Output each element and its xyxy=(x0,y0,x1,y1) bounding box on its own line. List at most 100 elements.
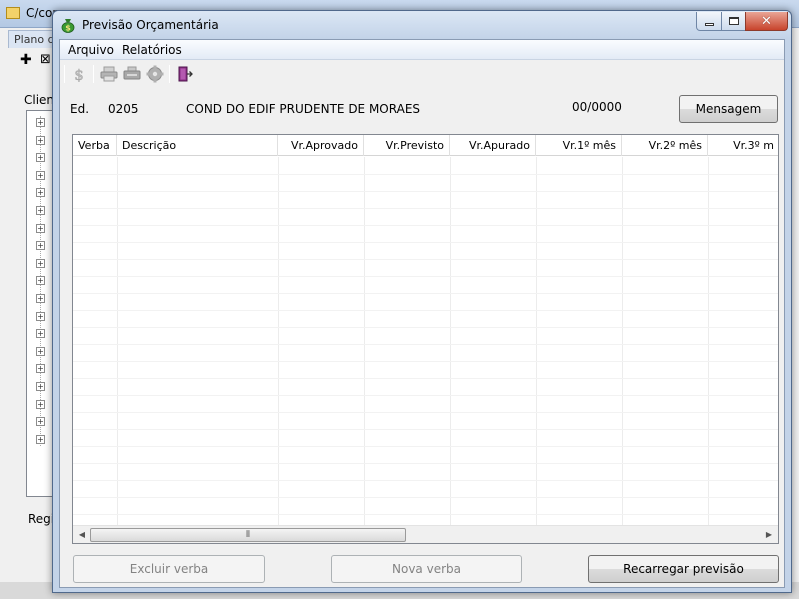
toolbar: $ xyxy=(60,61,784,87)
column-header-vr-3-mes[interactable]: Vr.3º m xyxy=(708,135,778,156)
grid-row-line xyxy=(73,361,778,362)
grid-row-line xyxy=(73,395,778,396)
tree-expand-icon[interactable]: + xyxy=(36,434,45,444)
toolbar-separator xyxy=(169,65,170,83)
column-header-vr-aprovado[interactable]: Vr.Aprovado xyxy=(278,135,364,156)
close-box-icon[interactable]: ⊠ xyxy=(40,52,51,67)
grid-row-line xyxy=(73,225,778,226)
tree-expand-icon[interactable]: + xyxy=(36,329,45,339)
tree-expand-icon[interactable]: + xyxy=(36,241,45,251)
tree-expand-icon[interactable]: + xyxy=(36,206,45,215)
message-button[interactable]: Mensagem xyxy=(679,95,778,123)
svg-text:$: $ xyxy=(74,66,84,82)
grid-row-line xyxy=(73,327,778,328)
budget-forecast-dialog: $ Previsão Orçamentária ✕ Arquivo Relató… xyxy=(52,10,792,593)
tree-expand-icon[interactable]: + xyxy=(36,118,45,127)
background-toolbar: ✚ ⊠ xyxy=(8,50,58,72)
tree-expand-icon[interactable]: + xyxy=(36,223,45,233)
grid-column-line xyxy=(708,157,709,527)
delete-item-button[interactable]: Excluir verba xyxy=(73,555,265,583)
background-bottom-label: Regi xyxy=(28,512,55,526)
close-icon: ✕ xyxy=(761,13,772,29)
building-info-row: Ed. 0205 COND DO EDIF PRUDENTE DE MORAES… xyxy=(60,92,784,123)
new-item-button[interactable]: Nova verba xyxy=(331,555,522,583)
grid-row-line xyxy=(73,497,778,498)
toolbar-separator xyxy=(64,65,65,83)
tree-expand-icon[interactable]: + xyxy=(36,153,45,163)
title-bar[interactable]: $ Previsão Orçamentária ✕ xyxy=(53,11,791,39)
building-code: 0205 xyxy=(108,102,139,116)
background-tab-label: Plano d xyxy=(14,33,55,46)
grid-column-line xyxy=(622,157,623,527)
tree-expand-icon[interactable]: + xyxy=(36,311,45,321)
tree-expand-icon[interactable]: + xyxy=(36,258,45,268)
tree-expand-icon[interactable]: + xyxy=(36,276,45,286)
menu-relatorios[interactable]: Relatórios xyxy=(122,43,182,57)
grid-row-line xyxy=(73,276,778,277)
svg-text:$: $ xyxy=(65,24,71,33)
grid-column-line xyxy=(117,157,118,527)
tree-expand-icon[interactable]: + xyxy=(36,346,45,356)
column-header-vr-1-mes[interactable]: Vr.1º mês xyxy=(536,135,622,156)
scroll-thumb[interactable]: ⦀ xyxy=(90,528,406,542)
plus-icon[interactable]: ✚ xyxy=(20,52,32,68)
grid-row-line xyxy=(73,429,778,430)
grid-row-line xyxy=(73,344,778,345)
budget-grid[interactable]: Verba Descrição Vr.Aprovado Vr.Previsto … xyxy=(72,134,779,544)
menu-arquivo[interactable]: Arquivo xyxy=(68,43,114,57)
money-bag-icon: $ xyxy=(61,19,75,33)
grid-row-line xyxy=(73,242,778,243)
grid-row-line xyxy=(73,514,778,515)
grid-header: Verba Descrição Vr.Aprovado Vr.Previsto … xyxy=(73,135,778,156)
menu-bar: Arquivo Relatórios xyxy=(60,40,784,60)
grid-row-line xyxy=(73,310,778,311)
exit-door-icon[interactable] xyxy=(176,65,194,83)
column-header-vr-previsto[interactable]: Vr.Previsto xyxy=(364,135,450,156)
minimize-icon xyxy=(704,23,714,26)
tree-expand-icon[interactable]: + xyxy=(36,364,45,374)
printer-icon[interactable] xyxy=(100,65,118,83)
grid-row-line xyxy=(73,293,778,294)
scroll-right-icon[interactable]: ▶ xyxy=(762,528,776,542)
tree-expand-icon[interactable]: + xyxy=(36,135,45,145)
printer-alt-icon[interactable] xyxy=(123,65,141,83)
background-tab[interactable]: Plano d xyxy=(8,30,58,48)
reload-forecast-button[interactable]: Recarregar previsão xyxy=(588,555,779,583)
dollar-icon[interactable]: $ xyxy=(70,65,88,83)
scroll-left-icon[interactable]: ◀ xyxy=(75,528,89,542)
maximize-button[interactable] xyxy=(721,12,746,31)
column-header-vr-apurado[interactable]: Vr.Apurado xyxy=(450,135,536,156)
grid-row-line xyxy=(73,412,778,413)
maximize-icon xyxy=(728,17,739,25)
tree-expand-icon[interactable]: + xyxy=(36,294,45,303)
gear-icon[interactable] xyxy=(146,65,164,83)
column-header-vr-2-mes[interactable]: Vr.2º mês xyxy=(622,135,708,156)
dialog-client-area: Arquivo Relatórios $ Ed. 0205 COND DO ED… xyxy=(59,39,785,588)
building-name: COND DO EDIF PRUDENTE DE MORAES xyxy=(186,102,421,116)
horizontal-scrollbar[interactable]: ◀ ⦀ ▶ xyxy=(73,525,778,543)
toolbar-separator xyxy=(93,65,94,83)
grid-column-line xyxy=(536,157,537,527)
grid-row-line xyxy=(73,480,778,481)
grid-row-line xyxy=(73,208,778,209)
grid-column-line xyxy=(364,157,365,527)
column-header-verba[interactable]: Verba xyxy=(73,135,117,156)
envelope-icon xyxy=(6,7,20,19)
close-button[interactable]: ✕ xyxy=(745,12,788,31)
tree-expand-icon[interactable]: + xyxy=(36,399,45,409)
building-label: Ed. xyxy=(70,102,90,116)
period-value: 00/0000 xyxy=(572,100,622,114)
tree-expand-icon[interactable]: + xyxy=(36,188,45,198)
grid-body[interactable] xyxy=(73,157,778,527)
tree-expand-icon[interactable]: + xyxy=(36,417,45,427)
window-title: Previsão Orçamentária xyxy=(82,18,219,32)
tree-expand-icon[interactable]: + xyxy=(36,170,45,180)
grid-row-line xyxy=(73,174,778,175)
tree-expand-icon[interactable]: + xyxy=(36,382,45,391)
minimize-button[interactable] xyxy=(696,12,722,31)
grid-row-line xyxy=(73,191,778,192)
grid-row-line xyxy=(73,259,778,260)
column-header-descricao[interactable]: Descrição xyxy=(117,135,278,156)
grid-column-line xyxy=(450,157,451,527)
grid-row-line xyxy=(73,446,778,447)
